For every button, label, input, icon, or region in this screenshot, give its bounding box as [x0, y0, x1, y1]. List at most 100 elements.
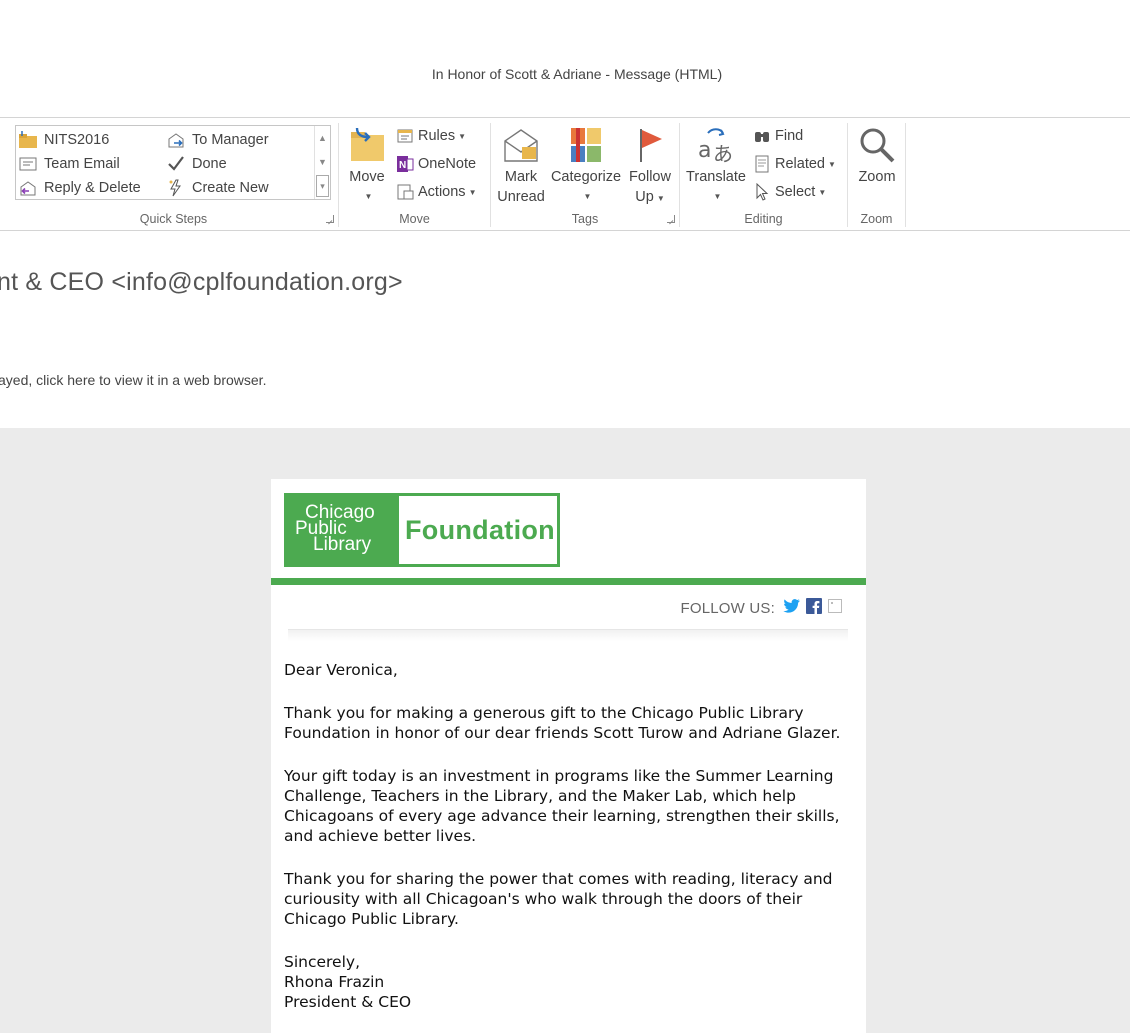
follow-up-label-1: Follow: [629, 169, 671, 185]
content-divider: [288, 629, 848, 641]
move-label: Move: [349, 169, 385, 185]
mark-unread-label-2: Unread: [497, 189, 545, 205]
cursor-icon: [753, 182, 771, 201]
closing: Sincerely,: [284, 953, 361, 971]
logo-foundation: Foundation: [405, 514, 555, 545]
quick-step-done[interactable]: Done: [166, 153, 227, 175]
group-label: Move: [399, 212, 430, 226]
chevron-down-icon: ▼: [827, 159, 836, 169]
actions-button[interactable]: Actions ▼: [396, 180, 476, 204]
onenote-icon: N: [396, 155, 414, 173]
mark-unread-label-1: Mark: [504, 169, 538, 185]
move-button[interactable]: Move ▼: [345, 127, 389, 207]
reply-delete-icon: [18, 179, 38, 197]
group-label: Quick Steps: [139, 212, 208, 226]
chevron-down-icon: ▼: [818, 187, 827, 197]
message-header: nt & CEO <info@cplfoundation.org> ayed, …: [0, 231, 1130, 428]
move-group: Move ▼ Rules ▼ N OneNote Actions ▼ Move: [339, 123, 491, 227]
quick-step-label: To Manager: [192, 132, 269, 148]
quick-step-label: Create New: [192, 180, 269, 196]
follow-us: FOLLOW US:: [680, 598, 842, 618]
gallery-more-icon[interactable]: ▾: [316, 175, 329, 197]
onenote-label: OneNote: [418, 156, 477, 172]
flag-icon: [635, 127, 665, 163]
quick-step-nits2016[interactable]: NITS2016: [18, 129, 109, 151]
envelope-unread-icon: [501, 127, 541, 163]
follow-up-button[interactable]: Follow Up ▼: [625, 127, 675, 209]
view-in-browser-infobar[interactable]: ayed, click here to view it in a web bro…: [0, 372, 266, 388]
quick-step-team-email[interactable]: Team Email: [18, 153, 120, 175]
group-label: Editing: [744, 212, 783, 226]
broken-image-icon[interactable]: [828, 599, 842, 617]
chevron-down-icon: ▼: [583, 192, 592, 201]
svg-text:a: a: [698, 138, 711, 163]
quick-step-label: Reply & Delete: [44, 180, 141, 196]
related-button[interactable]: Related ▼: [753, 152, 836, 176]
find-button[interactable]: Find: [753, 124, 803, 148]
title-bar: In Honor of Scott & Adriane - Message (H…: [0, 0, 1130, 118]
email-body: Dear Veronica, Thank you for making a ge…: [284, 660, 854, 1012]
quick-step-label: NITS2016: [44, 132, 110, 148]
paragraph-1: Thank you for making a generous gift to …: [284, 704, 841, 742]
paragraph-2: Your gift today is an investment in prog…: [284, 767, 840, 845]
quick-step-to-manager[interactable]: To Manager: [166, 129, 269, 151]
mark-unread-button[interactable]: Mark Unread: [495, 127, 547, 207]
window-title: In Honor of Scott & Adriane - Message (H…: [431, 66, 723, 82]
quick-step-reply-delete[interactable]: Reply & Delete: [18, 177, 141, 199]
group-label: Zoom: [860, 212, 893, 226]
chevron-down-icon: ▼: [364, 192, 373, 201]
svg-text:N: N: [399, 160, 406, 171]
zoom-button[interactable]: Zoom: [852, 127, 902, 187]
quick-steps-group: NITS2016 Team Email Reply & Delete To Ma…: [9, 123, 339, 227]
translate-label: Translate: [686, 169, 746, 185]
binoculars-icon: [753, 127, 771, 145]
translate-icon: aあ: [696, 127, 736, 166]
select-button[interactable]: Select ▼: [753, 180, 826, 204]
logo-line-3: Library: [313, 534, 372, 555]
actions-icon: [396, 183, 414, 201]
scroll-down-icon[interactable]: ▼: [315, 150, 330, 174]
group-label: Tags: [571, 212, 599, 226]
team-email-icon: [18, 155, 38, 173]
dialog-launcher-icon[interactable]: [326, 215, 334, 223]
categorize-label: Categorize: [550, 169, 622, 185]
email-card: Chicago Public Library Foundation FOLLOW…: [271, 479, 866, 1033]
scroll-up-icon[interactable]: ▲: [315, 126, 330, 150]
rules-label: Rules: [418, 128, 456, 144]
cpl-foundation-logo[interactable]: Chicago Public Library Foundation: [284, 493, 560, 567]
chevron-down-icon: ▼: [656, 194, 665, 203]
quick-step-label: Done: [192, 156, 227, 172]
quick-step-create-new[interactable]: Create New: [166, 177, 269, 199]
message-body-area: Chicago Public Library Foundation FOLLOW…: [0, 428, 1130, 1033]
dialog-launcher-icon[interactable]: [667, 215, 675, 223]
header-divider: [271, 578, 866, 585]
chevron-down-icon: ▼: [468, 187, 477, 197]
folder-move-icon: [348, 127, 386, 163]
twitter-icon[interactable]: [781, 598, 801, 618]
signature-title: President & CEO: [284, 993, 412, 1011]
to-manager-icon: [166, 131, 186, 149]
svg-text:あ: あ: [713, 142, 733, 163]
onenote-button[interactable]: N OneNote: [396, 152, 476, 176]
magnifier-icon: [859, 127, 895, 163]
gallery-scrollbar[interactable]: ▲ ▼ ▾: [314, 126, 330, 199]
chevron-down-icon: ▼: [713, 192, 722, 201]
follow-us-label: FOLLOW US:: [680, 599, 775, 617]
categorize-button[interactable]: Categorize ▼: [549, 127, 623, 207]
checkmark-icon: [166, 155, 186, 173]
rules-button[interactable]: Rules ▼: [396, 124, 466, 148]
related-icon: [753, 155, 771, 173]
translate-button[interactable]: aあ Translate ▼: [684, 127, 748, 207]
rules-icon: [396, 127, 414, 145]
facebook-icon[interactable]: [806, 598, 822, 618]
greeting: Dear Veronica,: [284, 661, 398, 679]
logo-wordmark: Chicago Public Library: [287, 496, 399, 564]
sender-address: nt & CEO <info@cplfoundation.org>: [0, 268, 403, 296]
signature-name: Rhona Frazin: [284, 973, 385, 991]
actions-label: Actions: [418, 184, 466, 200]
zoom-group: Zoom Zoom: [848, 123, 906, 227]
ribbon: NITS2016 Team Email Reply & Delete To Ma…: [0, 119, 1130, 231]
tags-group: Mark Unread Categorize ▼ Follow Up ▼ Tags: [491, 123, 680, 227]
lightning-icon: [166, 179, 186, 197]
folder-move-icon: [18, 131, 38, 149]
